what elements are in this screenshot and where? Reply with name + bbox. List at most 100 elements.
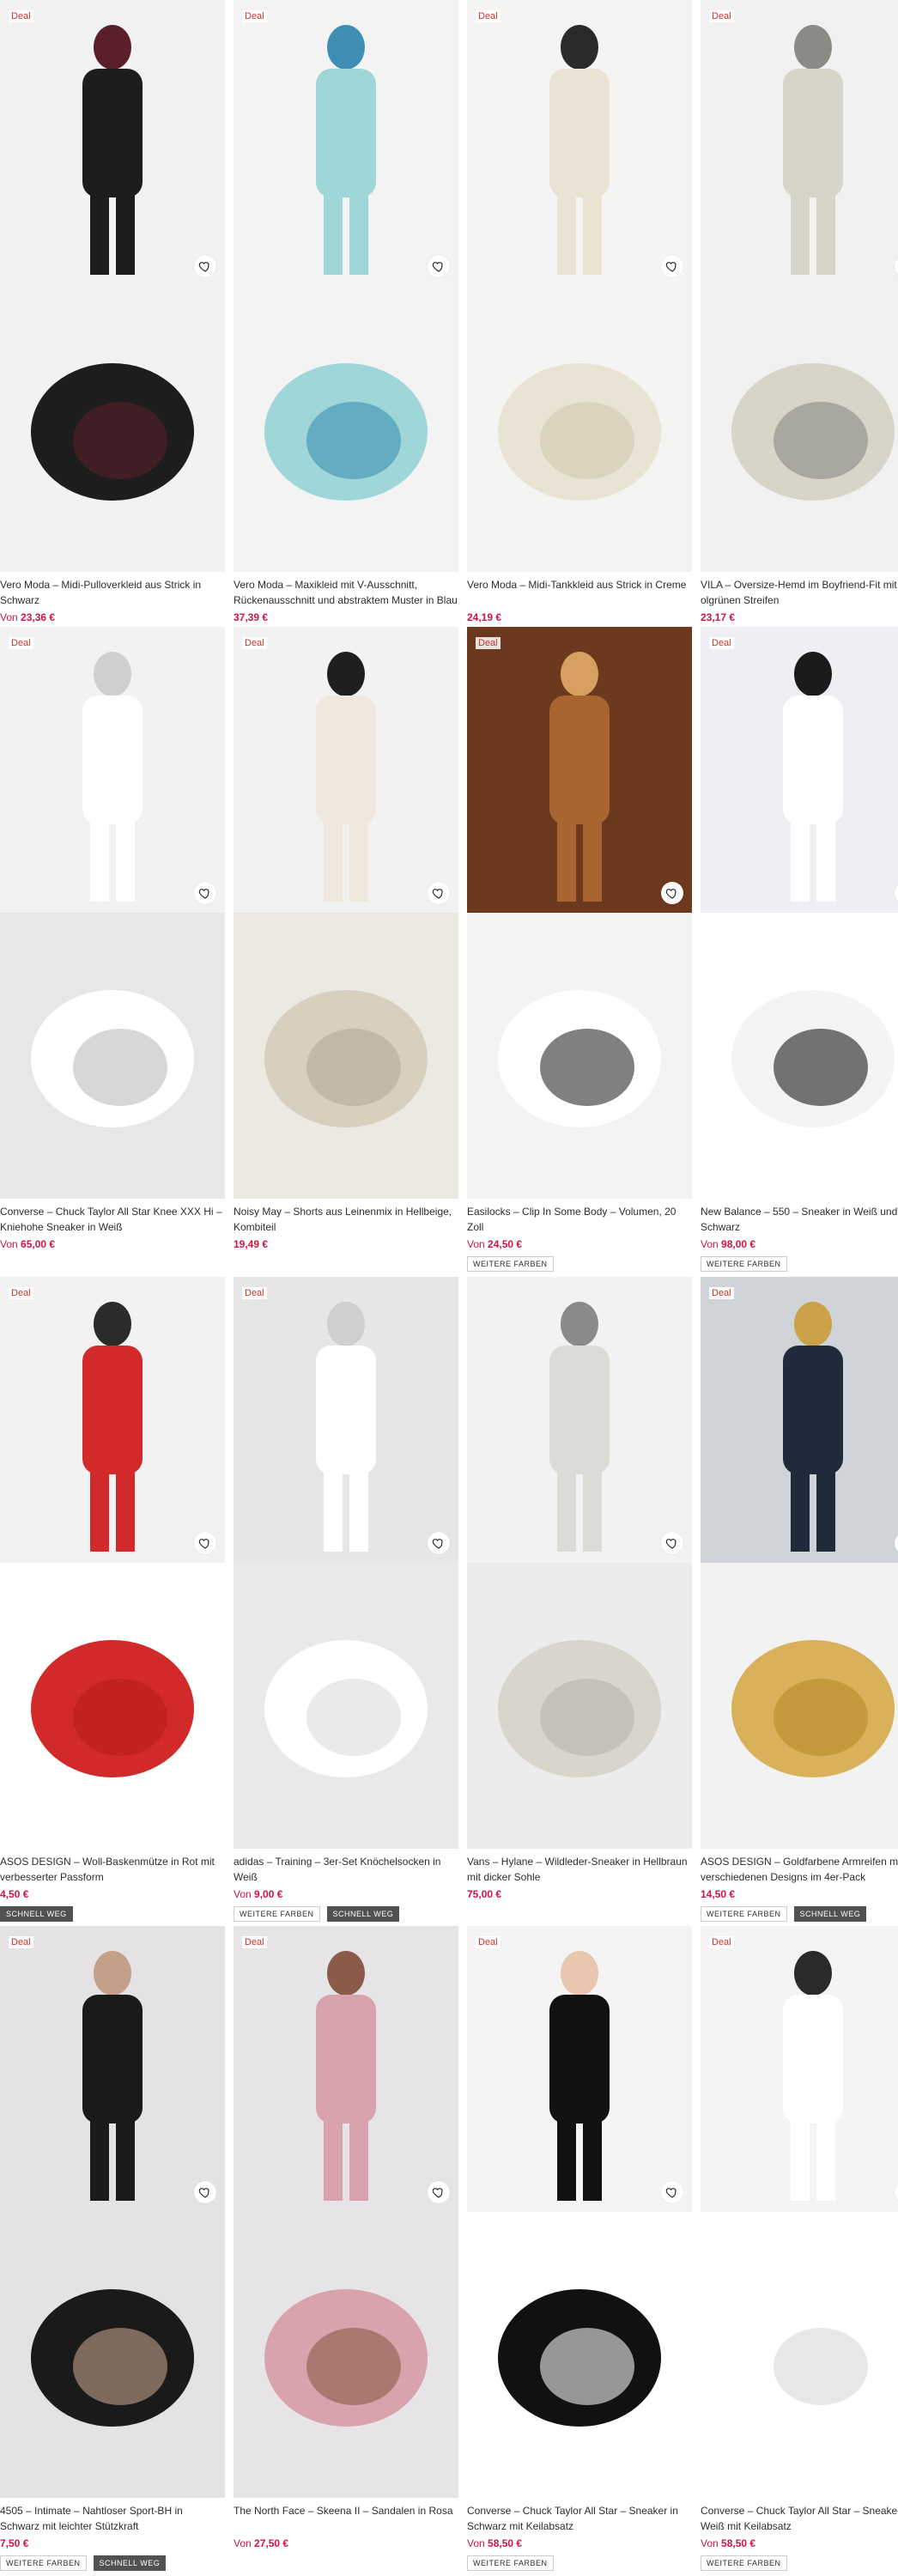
product-image[interactable]	[467, 1277, 692, 1563]
product-image[interactable]: Deal	[467, 627, 692, 913]
product-price: Von 23,36 €	[0, 611, 225, 623]
product-title[interactable]: Vero Moda – Midi-Pulloverkleid aus Stric…	[0, 575, 225, 608]
product-image-alt[interactable]	[0, 1563, 225, 1849]
heart-icon[interactable]	[194, 1532, 216, 1554]
product-image[interactable]: Deal	[234, 1277, 458, 1563]
product-image-alt[interactable]	[234, 1563, 458, 1849]
product-image-alt[interactable]	[0, 913, 225, 1199]
product-card[interactable]: Deal Noisy May – Shorts aus Leinenmix in…	[234, 627, 458, 1277]
more-colors-chip[interactable]: WEITERE FARBEN	[467, 2555, 554, 2571]
product-image-alt[interactable]	[467, 1563, 692, 1849]
product-image[interactable]: Deal	[0, 0, 225, 286]
product-info: VILA – Oversize-Hemd im Boyfriend-Fit mi…	[701, 575, 898, 623]
price-value: 37,39 €	[234, 611, 269, 623]
heart-icon[interactable]	[661, 882, 683, 904]
heart-icon[interactable]	[428, 1532, 450, 1554]
product-image[interactable]: Deal	[0, 627, 225, 913]
product-image[interactable]: Deal	[467, 1926, 692, 2212]
heart-icon[interactable]	[194, 255, 216, 277]
product-image-alt[interactable]	[467, 286, 692, 572]
product-card[interactable]: Deal adidas – Training – 3er-Set Knöchel…	[234, 1277, 458, 1927]
product-image-alt[interactable]	[701, 1563, 898, 1849]
product-image-alt[interactable]	[234, 286, 458, 572]
heart-icon[interactable]	[661, 255, 683, 277]
product-card[interactable]: Deal VILA – Oversize-Hemd im Boyfriend-F…	[701, 0, 898, 650]
product-image-alt[interactable]	[0, 2212, 225, 2498]
price-value: 75,00 €	[467, 1888, 502, 1900]
product-card[interactable]: Deal Converse – Chuck Taylor All Star Kn…	[0, 627, 225, 1277]
product-title[interactable]: Easilocks – Clip In Some Body – Volumen,…	[467, 1202, 692, 1235]
more-colors-chip[interactable]: WEITERE FARBEN	[234, 1906, 320, 1922]
price-value: 19,49 €	[234, 1238, 269, 1250]
product-price: Von 65,00 €	[0, 1238, 225, 1250]
product-card[interactable]: Deal Converse – Chuck Taylor All Star – …	[467, 1926, 692, 2576]
heart-icon[interactable]	[194, 882, 216, 904]
product-image-alt[interactable]	[701, 286, 898, 572]
product-image[interactable]: Deal	[0, 1277, 225, 1563]
product-title[interactable]: adidas – Training – 3er-Set Knöchelsocke…	[234, 1852, 458, 1885]
more-colors-chip[interactable]: WEITERE FARBEN	[701, 2555, 787, 2571]
product-card[interactable]: Deal Converse – Chuck Taylor All Star – …	[701, 1926, 898, 2576]
more-colors-chip[interactable]: WEITERE FARBEN	[701, 1256, 787, 1272]
price-value: 23,17 €	[701, 611, 736, 623]
product-title[interactable]: New Balance – 550 – Sneaker in Weiß und …	[701, 1202, 898, 1235]
more-colors-chip[interactable]: WEITERE FARBEN	[0, 2555, 87, 2571]
price-value: 14,50 €	[701, 1888, 736, 1900]
product-card[interactable]: Deal ASOS DESIGN – Woll-Baskenmütze in R…	[0, 1277, 225, 1927]
quick-view-chip[interactable]: SCHNELL WEG	[93, 2555, 167, 2571]
product-card[interactable]: Deal ASOS DESIGN – Goldfarbene Armreifen…	[701, 1277, 898, 1927]
product-card[interactable]: Deal New Balance – 550 – Sneaker in Weiß…	[701, 627, 898, 1277]
product-image[interactable]: Deal	[0, 1926, 225, 2212]
product-image[interactable]: Deal	[234, 1926, 458, 2212]
product-image-alt[interactable]	[701, 913, 898, 1199]
product-price: Von 58,50 €	[701, 2537, 898, 2549]
heart-icon[interactable]	[428, 882, 450, 904]
product-card[interactable]: Deal Vero Moda – Midi-Tankkleid aus Stri…	[467, 0, 692, 650]
quick-view-chip[interactable]: SCHNELL WEG	[326, 1906, 400, 1922]
heart-icon[interactable]	[661, 1532, 683, 1554]
product-image[interactable]: Deal	[701, 1277, 898, 1563]
heart-icon[interactable]	[661, 2181, 683, 2203]
product-title[interactable]: The North Face – Skeena II – Sandalen in…	[234, 2501, 458, 2534]
product-title[interactable]: VILA – Oversize-Hemd im Boyfriend-Fit mi…	[701, 575, 898, 608]
product-info: 4505 – Intimate – Nahtloser Sport-BH in …	[0, 2501, 225, 2571]
product-info: Noisy May – Shorts aus Leinenmix in Hell…	[234, 1202, 458, 1250]
heart-icon[interactable]	[428, 255, 450, 277]
product-card[interactable]: Deal 4505 – Intimate – Nahtloser Sport-B…	[0, 1926, 225, 2576]
product-image-alt[interactable]	[467, 913, 692, 1199]
product-image[interactable]: Deal	[701, 1926, 898, 2212]
product-title[interactable]: 4505 – Intimate – Nahtloser Sport-BH in …	[0, 2501, 225, 2534]
product-info: Vero Moda – Midi-Tankkleid aus Strick in…	[467, 575, 692, 623]
product-image[interactable]: Deal	[234, 0, 458, 286]
product-image-alt[interactable]	[234, 2212, 458, 2498]
product-card[interactable]: Vans – Hylane – Wildleder-Sneaker in Hel…	[467, 1277, 692, 1927]
product-price: 23,17 €	[701, 611, 898, 623]
product-title[interactable]: Converse – Chuck Taylor All Star – Sneak…	[467, 2501, 692, 2534]
product-card[interactable]: Deal Vero Moda – Midi-Pulloverkleid aus …	[0, 0, 225, 650]
more-colors-chip[interactable]: WEITERE FARBEN	[467, 1256, 554, 1272]
heart-icon[interactable]	[428, 2181, 450, 2203]
product-image-alt[interactable]	[701, 2212, 898, 2498]
quick-view-chip[interactable]: SCHNELL WEG	[0, 1906, 73, 1922]
product-card[interactable]: Deal Vero Moda – Maxikleid mit V-Ausschn…	[234, 0, 458, 650]
product-card[interactable]: Deal The North Face – Skeena II – Sandal…	[234, 1926, 458, 2576]
heart-icon[interactable]	[194, 2181, 216, 2203]
product-image[interactable]: Deal	[701, 0, 898, 286]
more-colors-chip[interactable]: WEITERE FARBEN	[701, 1906, 787, 1922]
product-image-alt[interactable]	[234, 913, 458, 1199]
product-title[interactable]: ASOS DESIGN – Woll-Baskenmütze in Rot mi…	[0, 1852, 225, 1885]
product-image[interactable]: Deal	[467, 0, 692, 286]
product-title[interactable]: Vero Moda – Maxikleid mit V-Ausschnitt, …	[234, 575, 458, 608]
product-title[interactable]: Noisy May – Shorts aus Leinenmix in Hell…	[234, 1202, 458, 1235]
product-title[interactable]: Vans – Hylane – Wildleder-Sneaker in Hel…	[467, 1852, 692, 1885]
quick-view-chip[interactable]: SCHNELL WEG	[793, 1906, 867, 1922]
product-title[interactable]: Converse – Chuck Taylor All Star – Sneak…	[701, 2501, 898, 2534]
product-image-alt[interactable]	[0, 286, 225, 572]
product-title[interactable]: Vero Moda – Midi-Tankkleid aus Strick in…	[467, 575, 692, 608]
product-image[interactable]: Deal	[234, 627, 458, 913]
product-title[interactable]: ASOS DESIGN – Goldfarbene Armreifen mit …	[701, 1852, 898, 1885]
product-image-alt[interactable]	[467, 2212, 692, 2498]
product-card[interactable]: Deal Easilocks – Clip In Some Body – Vol…	[467, 627, 692, 1277]
product-title[interactable]: Converse – Chuck Taylor All Star Knee XX…	[0, 1202, 225, 1235]
product-image[interactable]: Deal	[701, 627, 898, 913]
